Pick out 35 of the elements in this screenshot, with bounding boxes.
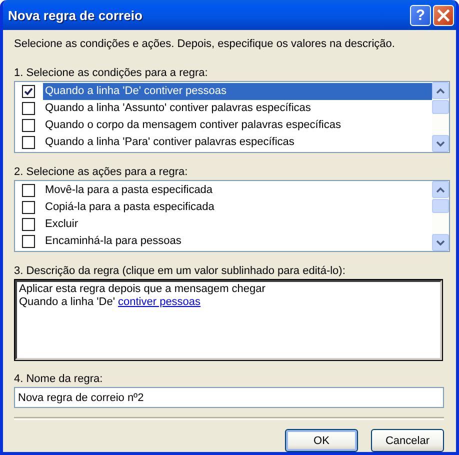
cancel-button[interactable]: Cancelar [371,429,444,452]
list-item[interactable]: Quando a linha 'De' contiver pessoas [43,83,432,100]
list-item[interactable]: Quando o corpo da mensagem contiver palavras específicas [43,117,432,134]
description-text: Aplicar esta regra depois que a mensagem chegar [19,283,266,295]
checkbox[interactable] [22,136,35,149]
section-label: 4. Nome da regra: [14,373,104,385]
list-item[interactable]: Quando a linha 'Para' contiver palavras específicas [43,134,432,151]
instruction-text: Selecione as condições e ações. Depois, especifique os valores na descrição. [14,38,396,50]
section-label: 1. Selecione as condições para a regra: [14,67,209,79]
list-item[interactable]: Copiá-la para a pasta especificada [43,199,432,216]
close-button[interactable] [433,4,454,26]
checkbox[interactable] [22,119,35,132]
checkbox[interactable] [22,184,35,197]
section-label: 3. Descrição da regra (clique em um valor sublinhado para editá-lo): [14,265,346,277]
scrollbar[interactable] [432,181,449,251]
scroll-thumb[interactable] [432,199,449,213]
close-icon [437,8,450,22]
checkbox[interactable] [22,85,35,98]
scroll-thumb[interactable] [432,100,449,114]
checkbox[interactable] [22,218,35,231]
list-item[interactable]: Encaminhá-la para pessoas [43,233,432,250]
checkbox[interactable] [22,102,35,115]
ok-button[interactable]: OK [285,429,358,452]
checkbox[interactable] [22,235,35,248]
rule-name-field[interactable]: Nova regra de correio nº2 [14,387,444,408]
scrollbar[interactable] [432,82,449,152]
list-item[interactable]: Quando a linha 'Assunto' contiver palavras específicas [43,100,432,117]
help-button[interactable]: ? [410,4,431,26]
list-item[interactable]: Excluir [43,216,432,233]
list-item[interactable]: Movê-la para a pasta especificada [43,182,432,199]
window-title: Nova regra de correio [8,8,144,22]
section-label: 2. Selecione as ações para a regra: [14,166,189,178]
value-link[interactable]: contiver pessoas [118,296,201,308]
description-text: Quando a linha 'De' [19,296,116,308]
checkbox[interactable] [22,201,35,214]
